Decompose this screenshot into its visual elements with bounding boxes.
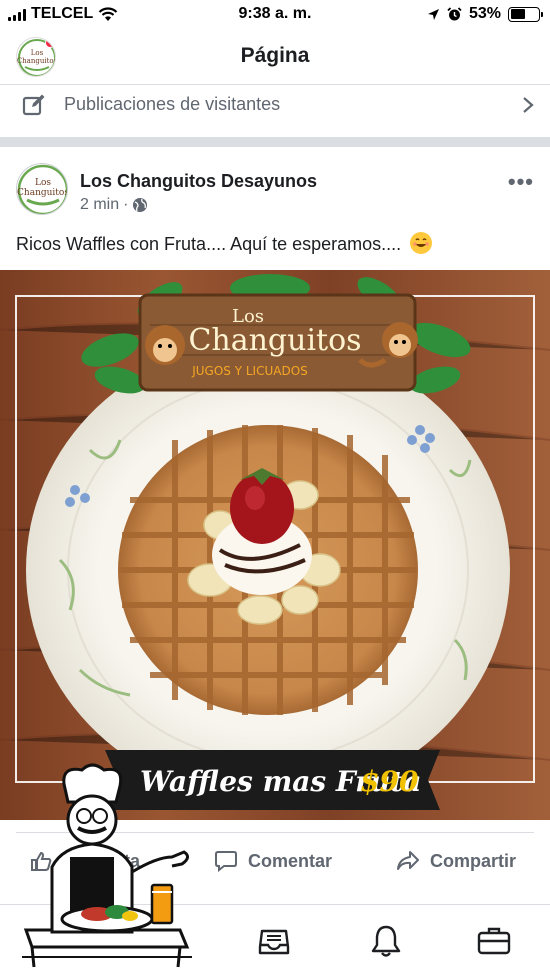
page-header: Los Changuitos Página	[0, 30, 550, 84]
comment-button[interactable]: Comentar	[214, 846, 332, 876]
meta-separator: ·	[123, 196, 129, 213]
post-photo[interactable]: Los Changuitos JUGOS Y LICUADOS Waffles …	[0, 270, 550, 820]
alarm-icon	[447, 6, 462, 20]
edit-icon	[22, 94, 45, 116]
more-icon[interactable]: •••	[508, 169, 534, 195]
post-text-content: Ricos Waffles con Fruta.... Aquí te espe…	[16, 234, 402, 254]
status-right: 53%	[427, 5, 543, 23]
bell-icon[interactable]	[368, 923, 404, 959]
post-header: Los Changuitos Los Changuitos Desayunos …	[0, 147, 550, 227]
page-title: Página	[240, 44, 310, 67]
share-icon	[397, 851, 419, 870]
share-button[interactable]: Compartir	[396, 846, 516, 876]
chevron-right-icon	[523, 97, 534, 113]
svg-text:Los: Los	[35, 178, 51, 188]
post-author-avatar[interactable]: Los Changuitos	[16, 163, 68, 215]
logo-sub-text: JUGOS Y LICUADOS	[191, 364, 308, 378]
visitor-posts-row[interactable]: Publicaciones de visitantes	[0, 85, 550, 125]
waffle-photo-image: Los Changuitos JUGOS Y LICUADOS Waffles …	[0, 270, 550, 820]
briefcase-icon[interactable]	[476, 923, 512, 959]
inbox-icon[interactable]	[256, 923, 292, 959]
logo-icon: Los Changuitos	[17, 164, 68, 214]
post-time[interactable]: 2 min	[80, 196, 119, 214]
price-text: $90	[360, 765, 419, 798]
post-text: Ricos Waffles con Fruta.... Aquí te espe…	[16, 232, 433, 255]
status-bar: TELCEL 9:38 a. m. 53%	[0, 0, 550, 30]
battery-percent: 53%	[468, 5, 501, 22]
chef-icon	[22, 763, 192, 968]
logo-main-text: Changuitos	[188, 323, 361, 358]
comment-label: Comentar	[248, 850, 333, 871]
monkey-icon	[145, 325, 185, 365]
comment-icon	[215, 851, 237, 872]
svg-text:Changuitos: Changuitos	[17, 188, 68, 198]
smile-emoji-icon	[410, 232, 433, 254]
visitor-posts-label: Publicaciones de visitantes	[64, 94, 281, 114]
location-icon	[427, 8, 439, 20]
globe-icon	[133, 198, 148, 212]
post-meta: 2 min ·	[80, 196, 148, 214]
share-label: Compartir	[430, 850, 517, 871]
post-author-name[interactable]: Los Changuitos Desayunos	[80, 171, 317, 192]
section-separator	[0, 137, 550, 147]
battery-icon	[508, 6, 543, 22]
